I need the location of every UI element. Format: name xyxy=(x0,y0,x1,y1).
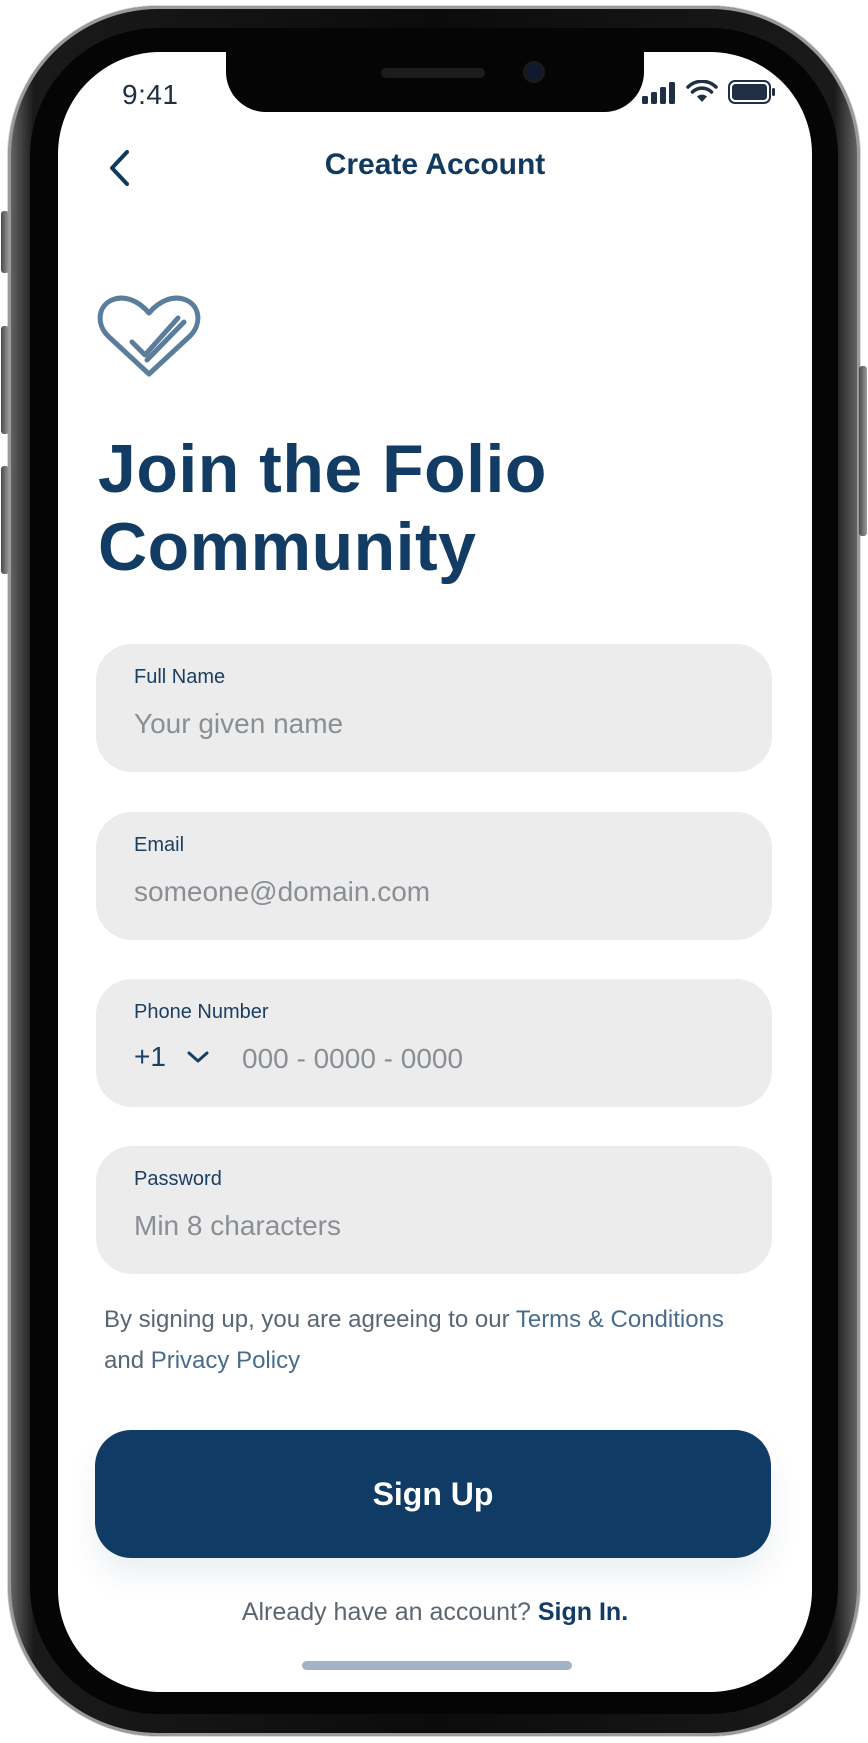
status-time: 9:41 xyxy=(122,79,179,110)
password-input[interactable] xyxy=(134,1206,734,1246)
privacy-policy-link[interactable]: Privacy Policy xyxy=(151,1347,300,1374)
phone-input[interactable] xyxy=(242,1039,722,1079)
email-label: Email xyxy=(134,834,185,856)
terms-prefix: By signing up, you are agreeing to our xyxy=(104,1306,516,1333)
country-code-select[interactable]: +1 xyxy=(134,1041,210,1073)
password-label: Password xyxy=(134,1168,222,1190)
headline-line-1: Join the Folio xyxy=(98,431,547,507)
country-code-value: +1 xyxy=(134,1041,166,1072)
password-field[interactable]: Password xyxy=(96,1146,772,1274)
sign-in-link[interactable]: Sign In. xyxy=(538,1598,628,1626)
sign-up-button[interactable]: Sign Up xyxy=(95,1430,771,1558)
phone-label: Phone Number xyxy=(134,1001,269,1023)
cellular-signal-icon xyxy=(642,82,675,104)
heart-check-logo-icon xyxy=(97,295,201,377)
notch xyxy=(226,52,644,112)
front-camera xyxy=(523,61,545,83)
page-headline: Join the Folio Community xyxy=(98,430,738,586)
nav-title: Create Account xyxy=(324,148,546,181)
full-name-input[interactable] xyxy=(134,704,734,744)
app-screen: 9:41 Create Account Join the Folio Commu… xyxy=(58,52,812,1692)
email-field[interactable]: Email xyxy=(96,812,772,940)
volume-down-button xyxy=(1,466,9,574)
chevron-down-icon xyxy=(187,1051,209,1063)
earpiece-speaker xyxy=(381,68,485,78)
silent-switch xyxy=(1,211,9,273)
battery-icon xyxy=(728,80,775,104)
terms-notice: By signing up, you are agreeing to our T… xyxy=(104,1299,784,1381)
email-input[interactable] xyxy=(134,872,734,912)
full-name-field[interactable]: Full Name xyxy=(96,644,772,772)
status-icons xyxy=(642,80,776,104)
full-name-label: Full Name xyxy=(134,666,226,688)
headline-line-2: Community xyxy=(98,509,477,585)
power-button xyxy=(859,366,867,536)
volume-up-button xyxy=(1,326,9,434)
sign-in-prompt: Already have an account? Sign In. xyxy=(58,1598,812,1627)
sign-in-prompt-text: Already have an account? xyxy=(241,1598,538,1626)
home-indicator[interactable] xyxy=(302,1661,572,1670)
terms-conditions-link[interactable]: Terms & Conditions xyxy=(516,1306,724,1333)
phone-field[interactable]: Phone Number +1 xyxy=(96,979,772,1107)
wifi-icon xyxy=(686,80,718,102)
terms-middle: and xyxy=(104,1347,151,1374)
